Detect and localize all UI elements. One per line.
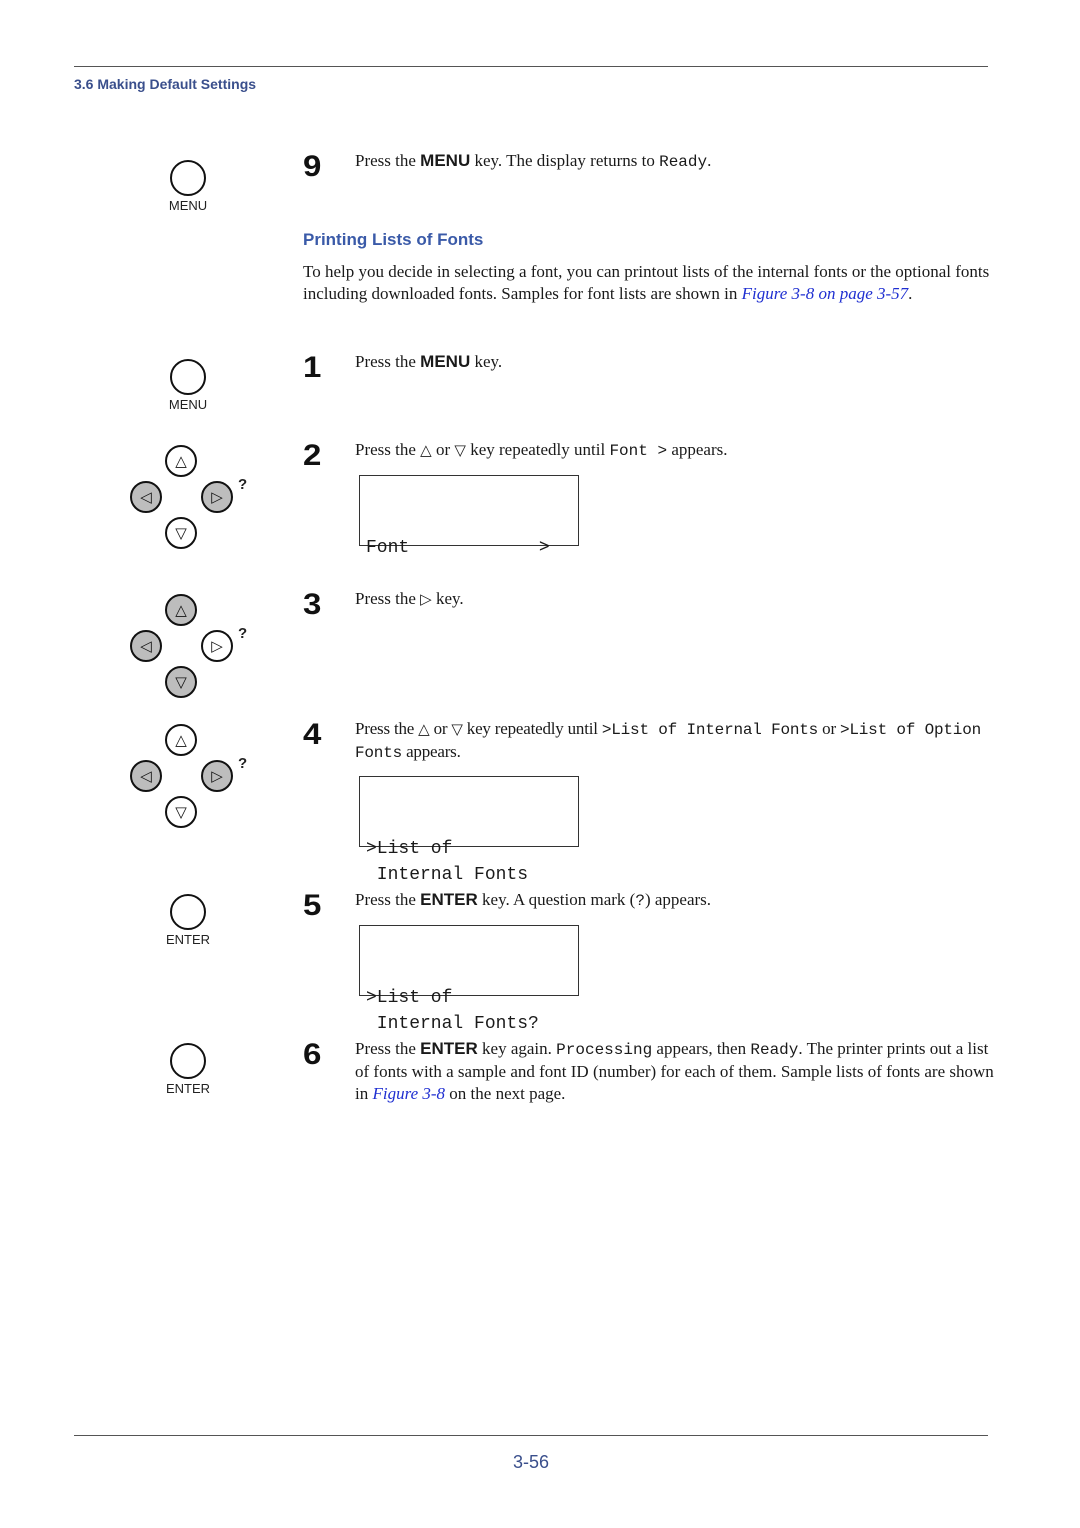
text: Press the xyxy=(355,890,421,909)
menu-key-icon xyxy=(170,359,206,395)
step-number: 5 xyxy=(303,889,322,922)
text: key repeatedly until xyxy=(462,719,602,738)
key-name: MENU xyxy=(420,151,471,170)
text: appears. xyxy=(402,742,461,761)
text: or xyxy=(429,719,452,738)
figure-link[interactable]: Figure 3-8 xyxy=(372,1084,445,1103)
step-number: 6 xyxy=(303,1038,322,1071)
text: ) appears. xyxy=(644,890,712,909)
step-number: 1 xyxy=(303,351,322,384)
text: Press the xyxy=(355,352,421,371)
menu-key-label: MENU xyxy=(168,198,208,213)
text: Press the xyxy=(355,589,421,608)
step-3-text: Press the ▷ key. xyxy=(355,588,995,610)
lcd-line-2: Internal Fonts xyxy=(366,865,529,885)
lcd-display: >List of Internal Fonts? xyxy=(359,925,579,1034)
left-arrow-icon: ◁ xyxy=(130,630,162,662)
text: key. xyxy=(431,589,464,608)
text: or xyxy=(431,440,455,459)
question-icon: ? xyxy=(238,476,248,493)
step-1-text: Press the MENU key. xyxy=(355,351,995,373)
intro-paragraph: To help you decide in selecting a font, … xyxy=(303,261,993,305)
display-text: Ready xyxy=(750,1041,799,1059)
text: Press the xyxy=(355,1039,421,1058)
up-arrow-icon: △ xyxy=(165,445,197,477)
down-key-symbol: ▽ xyxy=(454,441,466,459)
text: key. The display returns to xyxy=(470,151,660,170)
key-name: MENU xyxy=(420,352,471,371)
step-2-text: Press the △ or ▽ key repeatedly until Fo… xyxy=(355,439,995,462)
key-name: ENTER xyxy=(420,890,478,909)
enter-key-label: ENTER xyxy=(165,1081,211,1096)
down-arrow-icon: ▽ xyxy=(165,796,197,828)
enter-key-icon xyxy=(170,1043,206,1079)
text: key. A question mark ( xyxy=(477,890,636,909)
lcd-display: Font > xyxy=(359,475,579,558)
lcd-line-2: Internal Fonts? xyxy=(366,1014,539,1034)
down-arrow-icon: ▽ xyxy=(165,666,197,698)
menu-key-icon xyxy=(170,160,206,196)
text: Press the xyxy=(355,719,419,738)
left-arrow-icon: ◁ xyxy=(130,760,162,792)
right-arrow-icon: ▷ xyxy=(201,630,233,662)
text: key repeatedly until xyxy=(465,440,610,459)
footer-rule xyxy=(74,1435,988,1436)
section-header: 3.6 Making Default Settings xyxy=(74,76,257,92)
up-arrow-icon: △ xyxy=(165,594,197,626)
step-number: 2 xyxy=(303,439,322,472)
up-key-symbol: △ xyxy=(418,720,430,738)
lcd-line-1: >List of xyxy=(366,839,453,859)
question-icon: ? xyxy=(238,755,248,772)
display-text: ? xyxy=(635,892,645,910)
step-number: 9 xyxy=(303,150,322,183)
enter-key-label: ENTER xyxy=(165,932,211,947)
right-arrow-icon: ▷ xyxy=(201,760,233,792)
right-key-symbol: ▷ xyxy=(420,590,432,608)
enter-key-icon xyxy=(170,894,206,930)
left-arrow-icon: ◁ xyxy=(130,481,162,513)
text: . xyxy=(908,284,913,303)
question-icon: ? xyxy=(238,625,248,642)
page-number: 3-56 xyxy=(512,1452,550,1472)
text: key again. xyxy=(477,1039,557,1058)
step-4-text: Press the △ or ▽ key repeatedly until >L… xyxy=(355,718,995,764)
text: or xyxy=(818,719,840,738)
key-name: ENTER xyxy=(420,1039,478,1058)
text: appears. xyxy=(667,440,728,459)
lcd-line-1: Font > xyxy=(366,538,550,558)
step-number: 4 xyxy=(303,718,322,751)
text: Press the xyxy=(355,151,421,170)
down-arrow-icon: ▽ xyxy=(165,517,197,549)
arrow-keypad: △ ◁ ▷ ▽ ? xyxy=(128,592,258,702)
arrow-keypad: △ ◁ ▷ ▽ ? xyxy=(128,443,258,553)
display-text: >List of Internal Fonts xyxy=(601,721,819,739)
step-9-text: Press the MENU key. The display returns … xyxy=(355,150,995,173)
arrow-keypad: △ ◁ ▷ ▽ ? xyxy=(128,722,258,832)
display-text: Ready xyxy=(659,153,708,171)
up-key-symbol: △ xyxy=(420,441,432,459)
figure-link[interactable]: Figure 3-8 on page 3-57 xyxy=(742,284,909,303)
section-title: Printing Lists of Fonts xyxy=(303,230,484,249)
header-rule xyxy=(74,66,988,67)
up-arrow-icon: △ xyxy=(165,724,197,756)
text: Press the xyxy=(355,440,421,459)
step-number: 3 xyxy=(303,588,322,621)
text: key. xyxy=(470,352,503,371)
step-5-text: Press the ENTER key. A question mark (?)… xyxy=(355,889,995,912)
text: appears, then xyxy=(652,1039,751,1058)
lcd-line-1: >List of xyxy=(366,988,453,1008)
display-text: Font > xyxy=(609,442,668,460)
menu-key-label: MENU xyxy=(168,397,208,412)
text: . xyxy=(707,151,712,170)
lcd-display: >List of Internal Fonts xyxy=(359,776,579,885)
display-text: Processing xyxy=(556,1041,653,1059)
text: on the next page. xyxy=(445,1084,566,1103)
down-key-symbol: ▽ xyxy=(451,720,463,738)
step-6-text: Press the ENTER key again. Processing ap… xyxy=(355,1038,995,1105)
right-arrow-icon: ▷ xyxy=(201,481,233,513)
